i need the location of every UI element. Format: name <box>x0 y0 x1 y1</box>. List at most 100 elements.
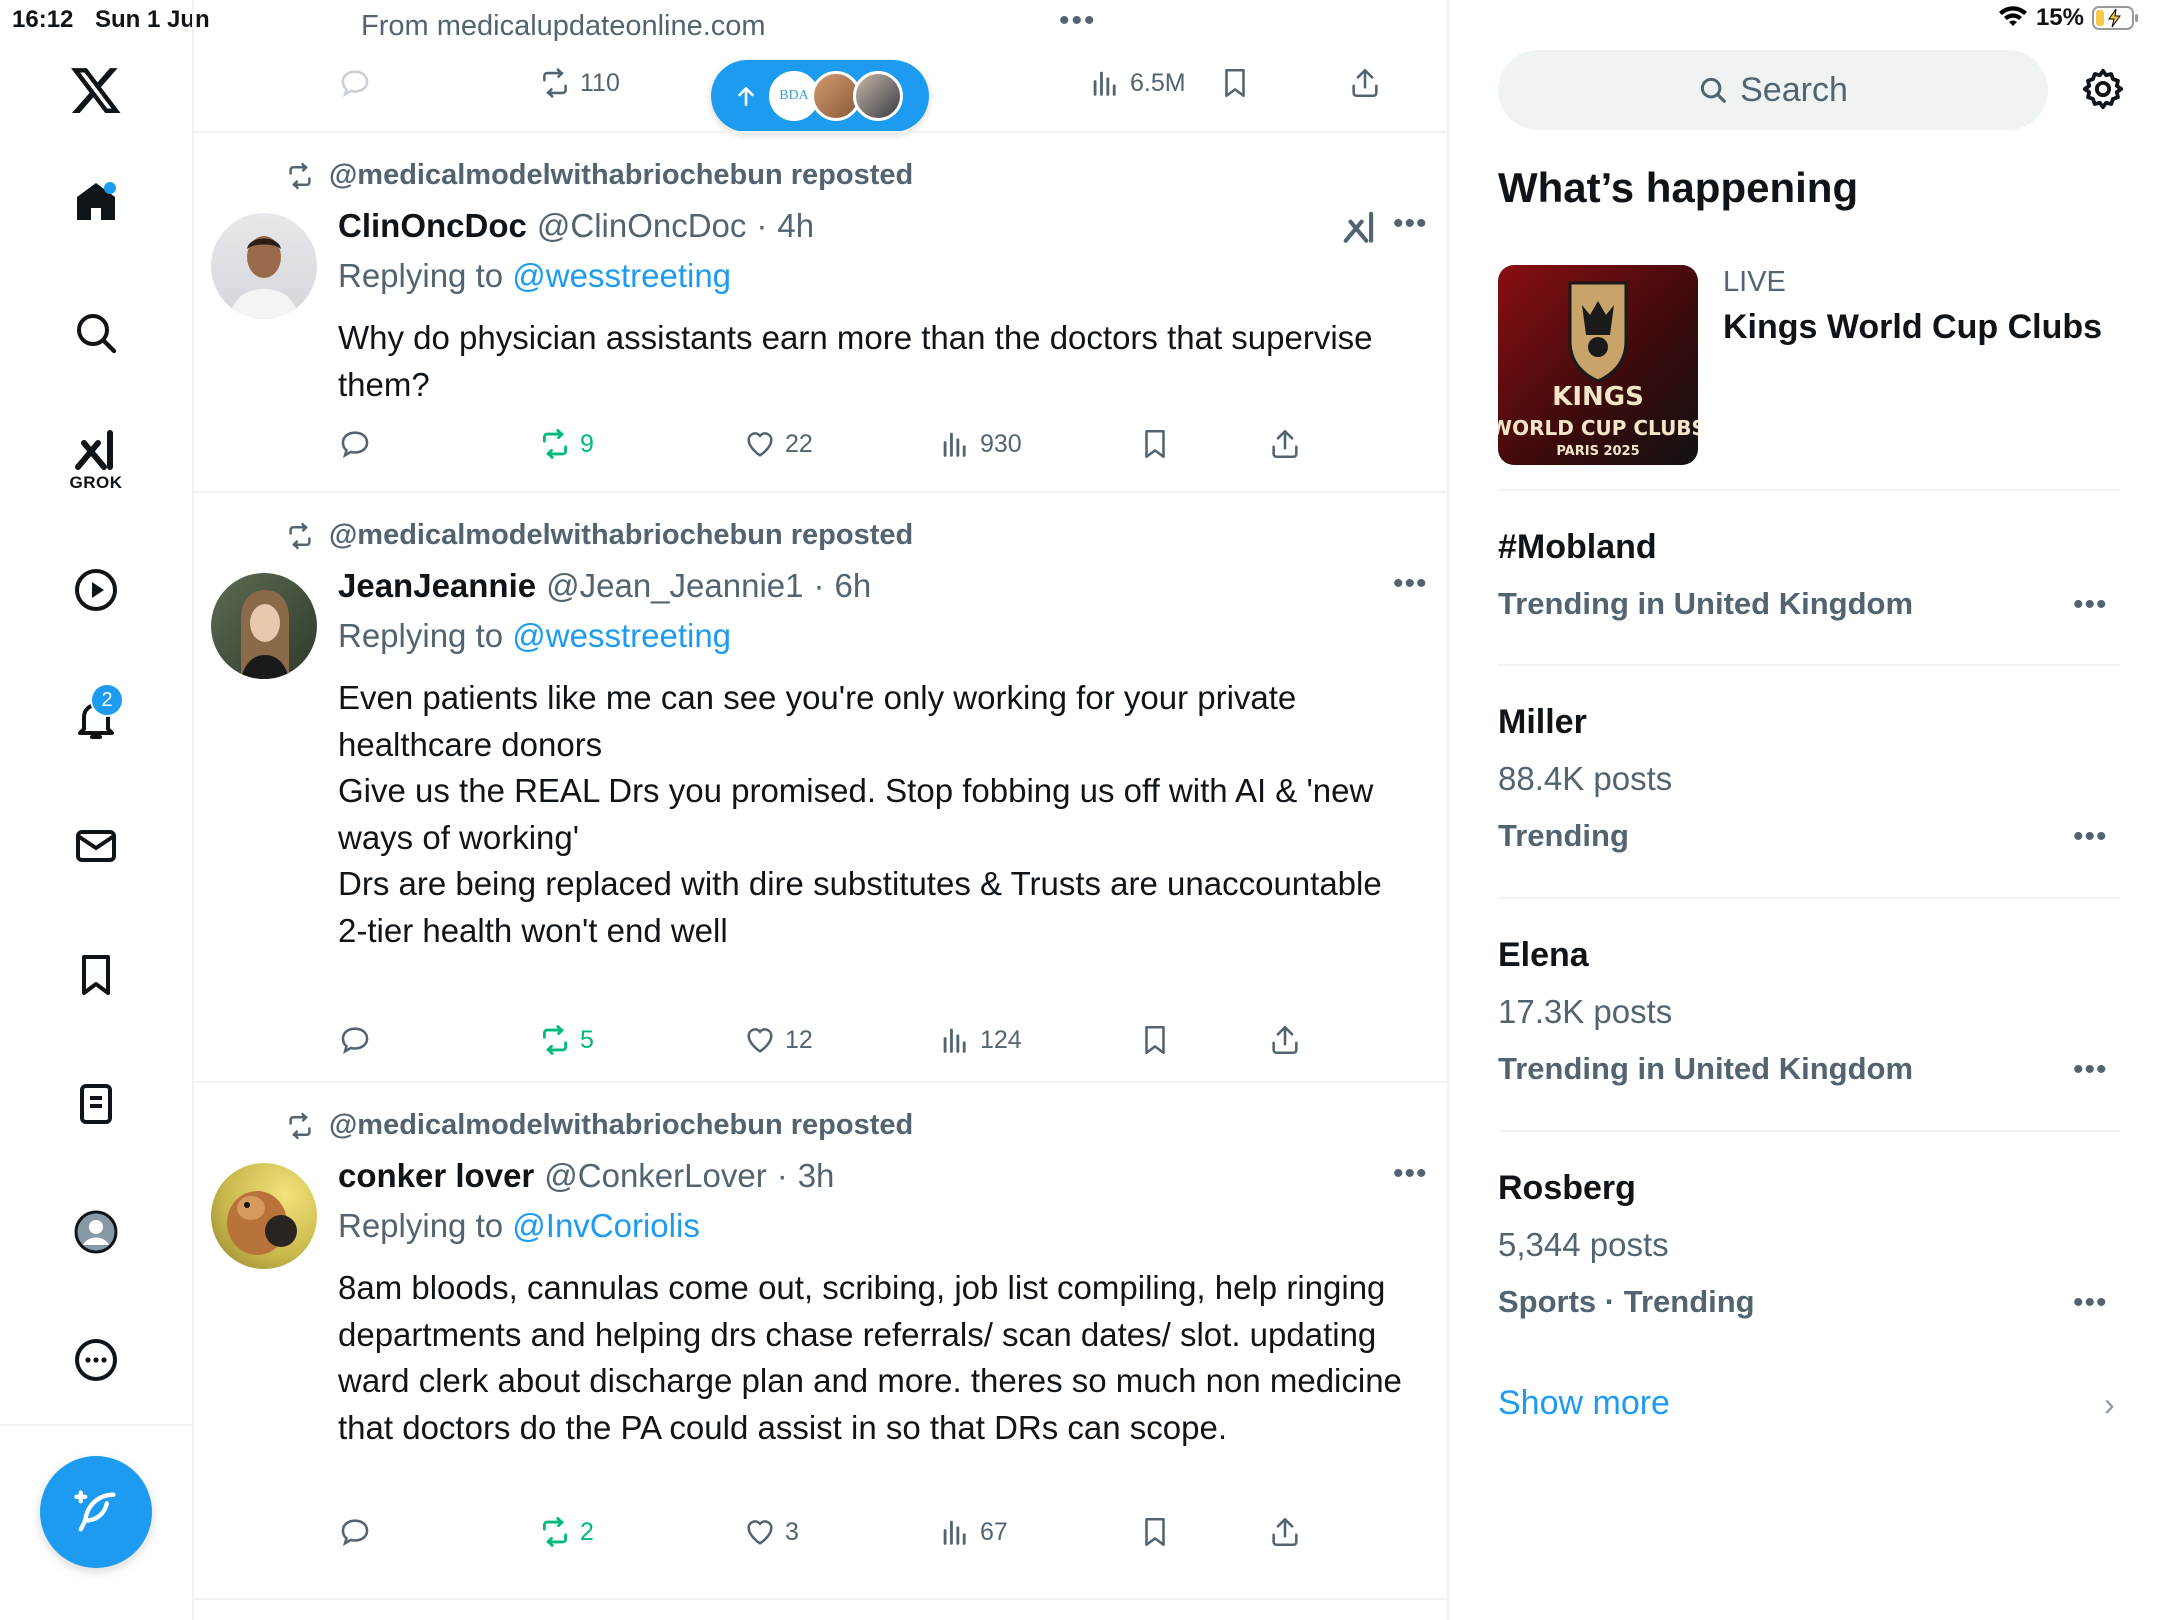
dot-separator: · <box>756 207 768 244</box>
post-card[interactable]: @medicalmodelwithabriochebun reposted Cl… <box>193 131 1447 490</box>
trend-more-button[interactable]: ••• <box>2073 820 2108 854</box>
bookmark-icon <box>82 955 110 995</box>
author-name[interactable]: JeanJeannie <box>338 567 536 605</box>
share-icon <box>1272 1025 1298 1055</box>
trend-more-button[interactable]: ••• <box>2073 1053 2108 1087</box>
more-options-button[interactable]: ••• <box>1393 1157 1428 1191</box>
reply-icon <box>341 431 369 459</box>
post-card[interactable]: @medicalmodelwithabriochebun reposted Je… <box>193 491 1447 1081</box>
views-button[interactable]: 6.5M <box>1088 58 1186 108</box>
reply-mention[interactable]: @InvCoriolis <box>512 1207 700 1244</box>
like-count: 12 <box>785 1025 813 1054</box>
reply-button[interactable] <box>338 419 372 469</box>
trend-divider <box>1498 489 2120 491</box>
post-time[interactable]: 6h <box>835 567 872 605</box>
nav-profile[interactable] <box>46 1192 146 1272</box>
repost-indicator: @medicalmodelwithabriochebun reposted <box>285 159 913 192</box>
retweet-icon <box>542 1025 568 1055</box>
post-card[interactable]: @medicalmodelwithabriochebun reposted co… <box>193 1081 1447 1600</box>
bookmark-button[interactable] <box>1138 419 1172 469</box>
like-button[interactable]: 12 <box>743 1015 813 1065</box>
live-event-image[interactable]: KINGS WORLD CUP CLUBS PARIS 2025 <box>1498 265 1698 465</box>
author-handle[interactable]: @Jean_Jeannie1 <box>546 567 803 605</box>
show-more-link[interactable]: Show more <box>1498 1384 1670 1423</box>
x-logo[interactable] <box>46 50 146 130</box>
views-button[interactable]: 930 <box>938 419 1022 469</box>
nav-more[interactable] <box>46 1320 146 1400</box>
avatar[interactable] <box>211 213 317 319</box>
reply-button[interactable] <box>338 58 372 108</box>
search-placeholder: Search <box>1740 70 1848 109</box>
reposted-by[interactable]: @medicalmodelwithabriochebun reposted <box>329 1109 913 1142</box>
bookmark-button[interactable] <box>1218 58 1252 108</box>
author-name[interactable]: ClinOncDoc <box>338 207 527 245</box>
search-icon <box>77 314 117 354</box>
compose-post-button[interactable] <box>40 1456 152 1568</box>
nav-videos[interactable] <box>46 550 146 630</box>
reposted-by[interactable]: @medicalmodelwithabriochebun reposted <box>329 519 913 552</box>
retweet-icon <box>542 1517 568 1547</box>
nav-explore[interactable] <box>46 293 146 373</box>
trend-more-button[interactable]: ••• <box>2073 1286 2108 1320</box>
retweet-button[interactable]: 110 <box>538 58 620 108</box>
reposted-by[interactable]: @medicalmodelwithabriochebun reposted <box>329 159 913 192</box>
avatar[interactable] <box>211 1163 317 1269</box>
home-unread-dot <box>104 182 116 194</box>
reply-mention[interactable]: @wesstreeting <box>512 257 731 294</box>
retweet-button[interactable]: 2 <box>538 1507 594 1557</box>
nav-lists[interactable] <box>46 1064 146 1144</box>
nav-notifications[interactable]: 2 <box>46 679 146 759</box>
share-button[interactable] <box>1268 419 1302 469</box>
source-site-label[interactable]: From medicalupdateonline.com <box>361 10 766 43</box>
like-button[interactable]: 3 <box>743 1507 799 1557</box>
trend-more-button[interactable]: ••• <box>2073 588 2108 622</box>
reply-mention[interactable]: @wesstreeting <box>512 617 731 654</box>
reply-button[interactable] <box>338 1507 372 1557</box>
reply-button[interactable] <box>338 1015 372 1065</box>
post-time[interactable]: 4h <box>777 207 814 245</box>
grok-icon[interactable] <box>1341 209 1379 247</box>
reply-icon <box>341 70 369 98</box>
grok-label: GROK <box>69 473 123 492</box>
list-icon <box>80 1084 112 1124</box>
nav-home[interactable] <box>46 162 146 242</box>
kwc-text-world: WORLD CUP CLUBS <box>1498 416 1698 440</box>
search-box[interactable]: Search <box>1498 50 2048 130</box>
left-sidebar: GROK 2 <box>0 0 194 1620</box>
bookmark-button[interactable] <box>1138 1015 1172 1065</box>
avatar[interactable] <box>211 573 317 679</box>
share-button[interactable] <box>1268 1015 1302 1065</box>
retweet-button[interactable]: 9 <box>538 419 594 469</box>
trend-meta: Trending <box>1498 818 1629 853</box>
nav-grok[interactable]: GROK <box>46 420 146 500</box>
author-name[interactable]: conker lover <box>338 1157 534 1195</box>
nav-bookmarks[interactable] <box>46 935 146 1015</box>
views-button[interactable]: 67 <box>938 1507 1008 1557</box>
views-button[interactable]: 124 <box>938 1015 1022 1065</box>
replying-to: Replying to @wesstreeting <box>338 257 731 295</box>
post-header: JeanJeannie @Jean_Jeannie1 · 6h <box>338 567 871 605</box>
author-handle[interactable]: @ClinOncDoc <box>537 207 747 245</box>
share-button[interactable] <box>1348 58 1382 108</box>
live-event-title[interactable]: Kings World Cup Clubs <box>1723 308 2102 347</box>
bookmark-icon <box>1225 68 1245 98</box>
post-text: Why do physician assistants earn more th… <box>338 319 1373 403</box>
retweet-icon <box>543 68 567 98</box>
nav-messages[interactable] <box>46 806 146 886</box>
more-options-button[interactable]: ••• <box>1393 207 1428 241</box>
author-handle[interactable]: @ConkerLover <box>544 1157 766 1195</box>
post-time[interactable]: 3h <box>798 1157 835 1195</box>
post-text: Even patients like me can see you're onl… <box>338 679 1382 949</box>
like-button[interactable]: 22 <box>743 419 813 469</box>
settings-button[interactable] <box>2080 66 2126 112</box>
new-posts-pill[interactable]: BDA <box>711 60 929 132</box>
share-button[interactable] <box>1268 1507 1302 1557</box>
retweet-button[interactable]: 5 <box>538 1015 594 1065</box>
post-actions: 9 22 930 <box>338 419 1338 469</box>
multitask-dots[interactable]: ••• <box>1059 4 1097 38</box>
retweet-count: 9 <box>580 429 594 458</box>
x-logo-icon <box>71 68 121 113</box>
more-options-button[interactable]: ••• <box>1393 567 1428 601</box>
sidebar-divider <box>0 1424 192 1426</box>
bookmark-button[interactable] <box>1138 1507 1172 1557</box>
